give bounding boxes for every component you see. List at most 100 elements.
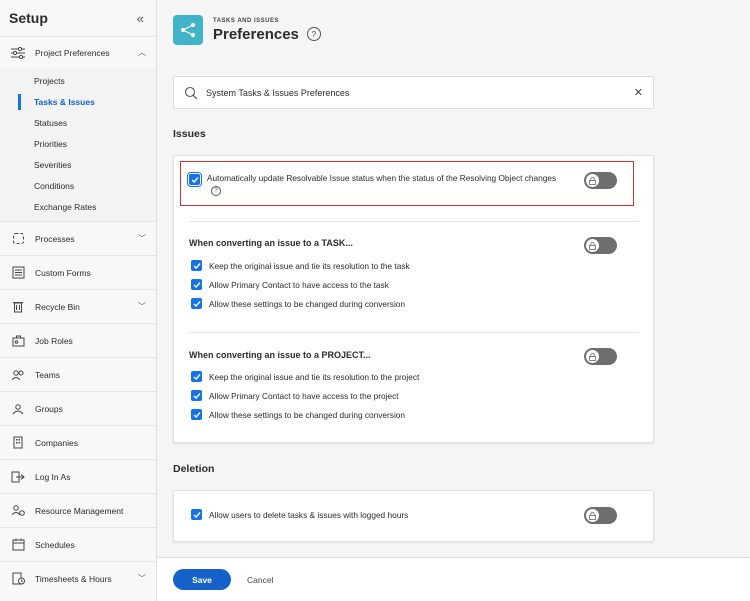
- chevron-down-icon: ﹀: [138, 234, 146, 243]
- sidebar: Setup « Project Preferences ︿ Projects T…: [0, 0, 157, 601]
- project-conversion-toggle[interactable]: [584, 348, 617, 365]
- sidebar-item-schedules[interactable]: Schedules: [0, 527, 156, 561]
- sidebar-item-label: Teams: [35, 369, 61, 380]
- lock-icon: [586, 174, 599, 187]
- resource-icon: [10, 503, 26, 519]
- sidebar-item-log-in-as[interactable]: Log In As: [0, 459, 156, 493]
- teams-icon: [10, 367, 26, 383]
- project-option-allow-change: Allow these settings to be changed durin…: [191, 409, 405, 420]
- sidebar-item-job-roles[interactable]: Job Roles: [0, 323, 156, 357]
- header-text: TASKS AND ISSUES Preferences ?: [213, 18, 321, 43]
- help-icon[interactable]: ?: [211, 186, 221, 196]
- sidebar-subitem-priorities[interactable]: Priorities: [0, 133, 156, 154]
- page-title: Preferences: [213, 25, 299, 43]
- timesheet-icon: [10, 571, 26, 587]
- sidebar-subitem-statuses[interactable]: Statuses: [0, 112, 156, 133]
- auto-update-option: Automatically update Resolvable Issue st…: [187, 172, 569, 196]
- sidebar-item-teams[interactable]: Teams: [0, 357, 156, 391]
- task-option-keep-original: Keep the original issue and tie its reso…: [191, 260, 410, 271]
- checkbox[interactable]: [191, 390, 202, 401]
- company-icon: [10, 435, 26, 451]
- sidebar-item-label: Custom Forms: [35, 267, 91, 278]
- close-icon[interactable]: ✕: [634, 86, 643, 99]
- task-conversion-heading: When converting an issue to a TASK...: [189, 238, 353, 248]
- job-role-icon: [10, 333, 26, 349]
- deletion-toggle[interactable]: [584, 507, 617, 524]
- save-button[interactable]: Save: [173, 569, 231, 590]
- checkbox[interactable]: [191, 371, 202, 382]
- deletion-section-title: Deletion: [173, 463, 215, 475]
- sidebar-item-resource-management[interactable]: Resource Management: [0, 493, 156, 527]
- deletion-card: Allow users to delete tasks & issues wit…: [173, 490, 654, 542]
- sidebar-title: Setup: [9, 10, 48, 26]
- chevron-down-icon: ﹀: [138, 302, 146, 311]
- sidebar-item-label: Resource Management: [35, 505, 124, 516]
- option-label: Allow Primary Contact to have access to …: [209, 390, 399, 401]
- search-input[interactable]: System Tasks & Issues Preferences: [206, 88, 634, 98]
- help-icon[interactable]: ?: [306, 27, 321, 41]
- sidebar-subitem-exchange-rates[interactable]: Exchange Rates: [0, 196, 156, 217]
- form-icon: [10, 265, 26, 281]
- auto-update-label: Automatically update Resolvable Issue st…: [207, 173, 557, 183]
- sidebar-item-processes[interactable]: Processes ﹀: [0, 221, 156, 255]
- checkbox[interactable]: [191, 509, 202, 520]
- sidebar-item-label: Timesheets & Hours: [35, 573, 112, 584]
- sidebar-item-timesheets-hours[interactable]: Timesheets & Hours ﹀: [0, 561, 156, 595]
- sidebar-item-label: Log In As: [35, 471, 71, 482]
- option-label: Allow users to delete tasks & issues wit…: [209, 509, 409, 520]
- sidebar-item-label: Schedules: [35, 539, 75, 550]
- title-row: Preferences ?: [213, 26, 321, 43]
- trash-icon: [10, 299, 26, 315]
- deletion-option: Allow users to delete tasks & issues wit…: [191, 509, 408, 520]
- lock-icon: [586, 239, 599, 252]
- project-preferences-submenu: Projects Tasks & Issues Statuses Priorit…: [0, 68, 156, 221]
- task-option-primary-contact: Allow Primary Contact to have access to …: [191, 279, 389, 290]
- task-option-allow-change: Allow these settings to be changed durin…: [191, 298, 405, 309]
- lock-icon: [586, 350, 599, 363]
- sidebar-item-custom-forms[interactable]: Custom Forms: [0, 255, 156, 289]
- groups-icon: [10, 401, 26, 417]
- sliders-icon: [10, 45, 26, 61]
- option-label: Allow these settings to be changed durin…: [209, 298, 406, 309]
- sidebar-item-companies[interactable]: Companies: [0, 425, 156, 459]
- sidebar-subitem-projects[interactable]: Projects: [0, 70, 156, 91]
- checkbox[interactable]: [191, 298, 202, 309]
- divider: [189, 332, 639, 333]
- sidebar-item-label: Project Preferences: [35, 47, 110, 58]
- issues-section-title: Issues: [173, 128, 206, 140]
- sidebar-item-groups[interactable]: Groups: [0, 391, 156, 425]
- main-content: TASKS AND ISSUES Preferences ? System Ta…: [157, 0, 750, 601]
- lock-icon: [586, 509, 599, 522]
- option-label: Keep the original issue and tie its reso…: [209, 260, 410, 271]
- checkbox[interactable]: [191, 260, 202, 271]
- chevron-up-icon: ︿: [138, 48, 146, 57]
- calendar-icon: [10, 537, 26, 553]
- tasks-issues-app-icon: [173, 15, 203, 45]
- checkbox[interactable]: [191, 409, 202, 420]
- sidebar-item-label: Job Roles: [35, 335, 73, 346]
- sidebar-item-label: Processes: [35, 233, 75, 244]
- process-icon: [10, 231, 26, 247]
- sidebar-subitem-severities[interactable]: Severities: [0, 154, 156, 175]
- project-conversion-heading: When converting an issue to a PROJECT...: [189, 350, 371, 360]
- task-conversion-toggle[interactable]: [584, 237, 617, 254]
- double-chevron-left-icon[interactable]: «: [137, 11, 144, 26]
- sidebar-item-project-preferences[interactable]: Project Preferences ︿: [0, 36, 156, 68]
- sidebar-item-recycle-bin[interactable]: Recycle Bin ﹀: [0, 289, 156, 323]
- option-label: Keep the original issue and tie its reso…: [209, 371, 420, 382]
- sidebar-item-label: Groups: [35, 403, 63, 414]
- auto-update-toggle[interactable]: [584, 172, 617, 189]
- sidebar-item-label: Companies: [35, 437, 78, 448]
- search-field[interactable]: System Tasks & Issues Preferences ✕: [173, 76, 654, 109]
- sidebar-subitem-tasks-issues[interactable]: Tasks & Issues: [0, 91, 156, 112]
- option-label: Allow Primary Contact to have access to …: [209, 279, 389, 290]
- sidebar-subitem-conditions[interactable]: Conditions: [0, 175, 156, 196]
- footer-bar: Save Cancel: [157, 557, 750, 601]
- page-eyebrow: TASKS AND ISSUES: [213, 17, 280, 24]
- checkbox[interactable]: [191, 279, 202, 290]
- cancel-button[interactable]: Cancel: [247, 569, 273, 590]
- sidebar-item-label: Recycle Bin: [35, 301, 80, 312]
- auto-update-checkbox[interactable]: [187, 172, 202, 187]
- sidebar-header: Setup «: [0, 0, 156, 36]
- search-icon: [184, 86, 198, 99]
